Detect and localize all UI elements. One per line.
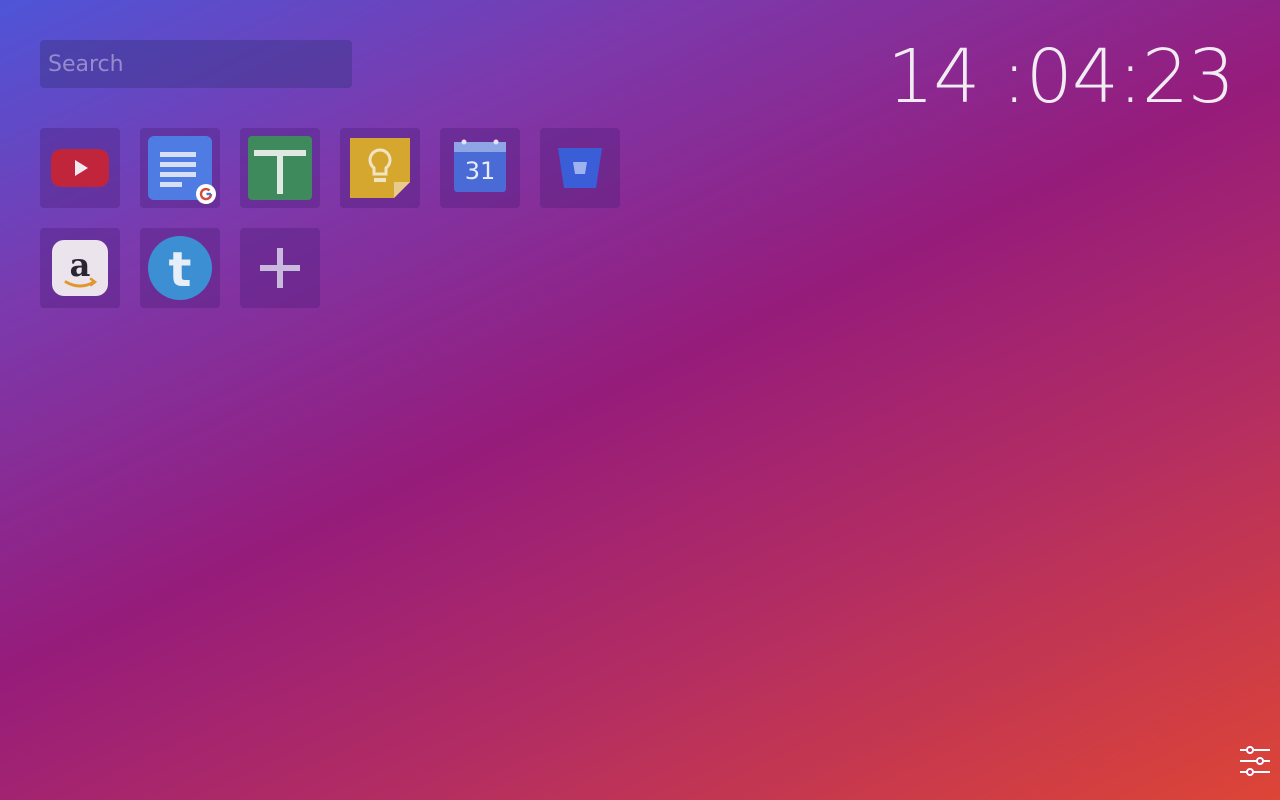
tumblr-icon: t (148, 236, 212, 300)
shortcut-youtube[interactable] (40, 128, 120, 208)
amazon-letter: a (70, 246, 91, 284)
shortcut-google-keep[interactable] (340, 128, 420, 208)
add-shortcut-button[interactable] (240, 228, 320, 308)
google-keep-icon (350, 138, 410, 198)
shortcut-bitbucket[interactable] (540, 128, 620, 208)
amazon-icon: a (52, 240, 108, 296)
google-docs-icon (148, 136, 216, 204)
youtube-icon (51, 149, 109, 187)
google-calendar-icon: 31 (454, 139, 506, 192)
google-badge-icon (196, 184, 216, 204)
plus-icon (260, 248, 300, 288)
shortcut-google-docs[interactable] (140, 128, 220, 208)
bitbucket-icon (558, 148, 602, 188)
tumblr-letter: t (169, 242, 192, 298)
shortcut-amazon[interactable]: a (40, 228, 120, 308)
calendar-day-label: 31 (465, 157, 496, 185)
settings-button[interactable] (1238, 744, 1272, 778)
google-sheets-icon (248, 136, 312, 200)
shortcut-google-calendar[interactable]: 31 (440, 128, 520, 208)
clock: 14 :04:23 (887, 34, 1235, 120)
shortcut-tumblr[interactable]: t (140, 228, 220, 308)
sliders-icon (1240, 746, 1270, 776)
shortcut-google-sheets[interactable] (240, 128, 320, 208)
search-input[interactable] (40, 40, 352, 88)
shortcut-grid: 31 a t (40, 128, 620, 308)
